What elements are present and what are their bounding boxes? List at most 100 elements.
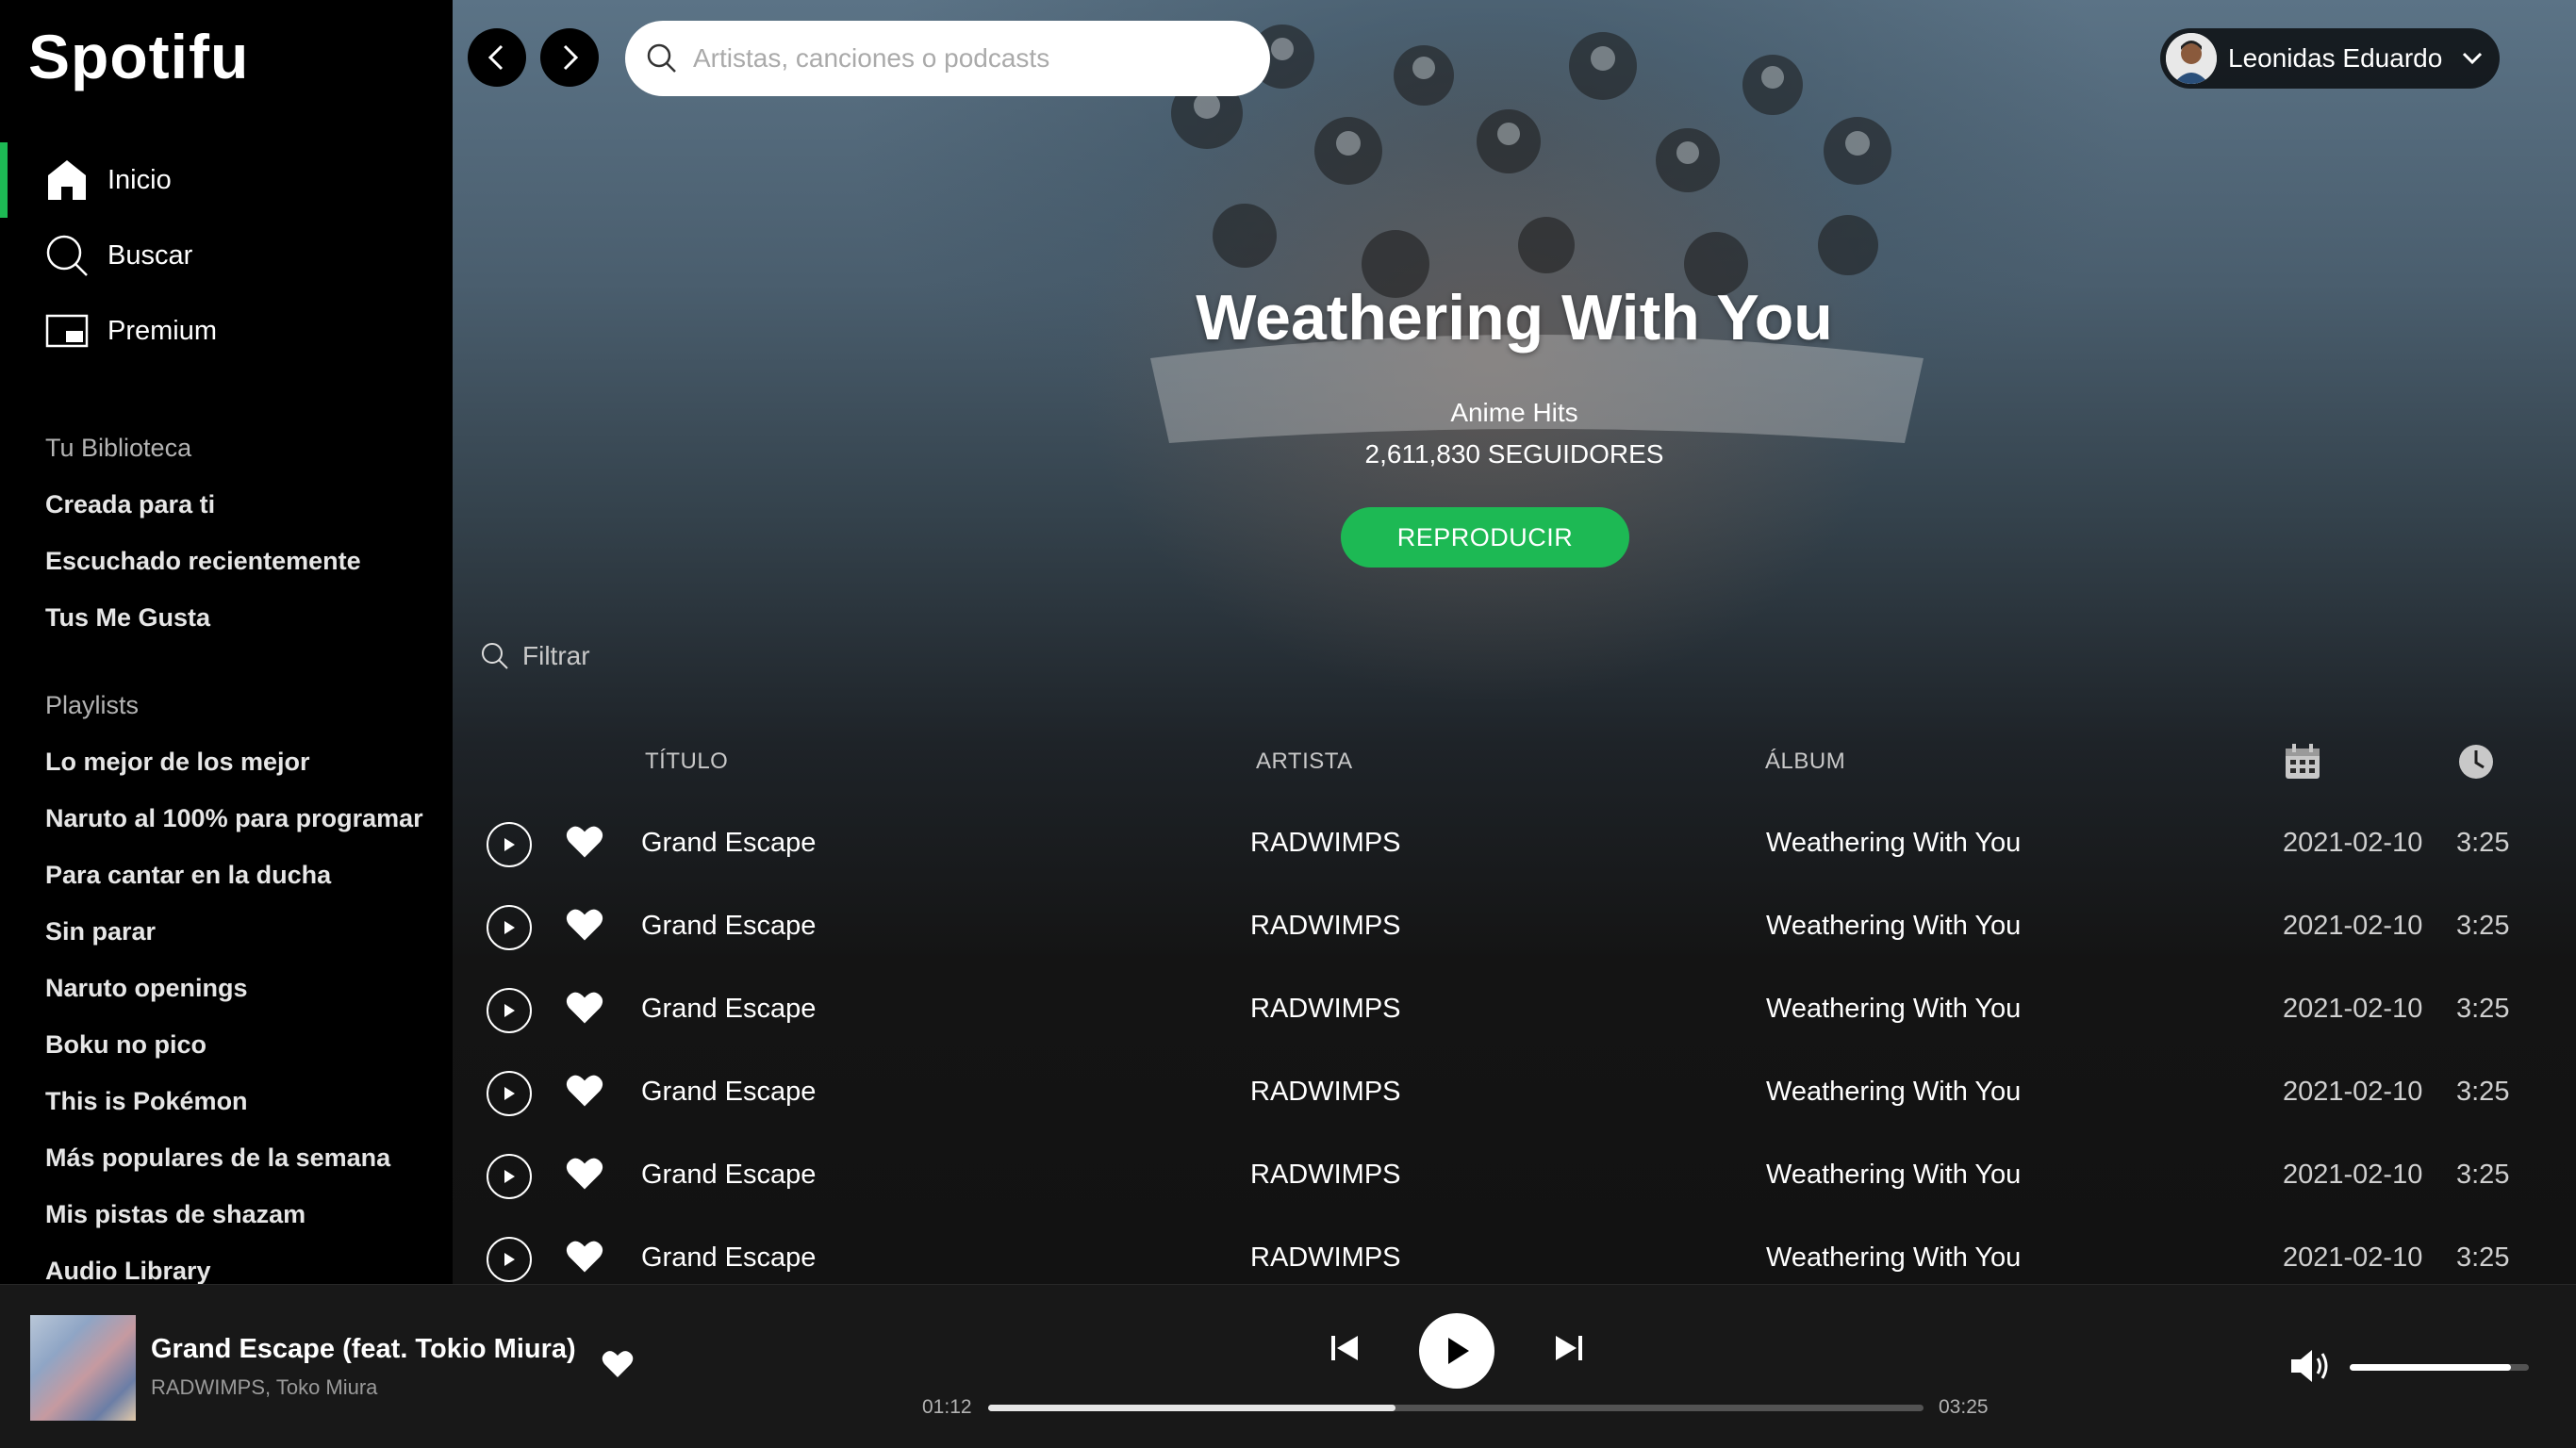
track-duration: 3:25 [2456,1242,2510,1273]
filter-field[interactable] [481,641,805,671]
heart-icon[interactable] [602,1349,634,1379]
play-icon [504,1087,515,1100]
volume-fill [2350,1364,2511,1371]
previous-track-button[interactable] [1329,1334,1360,1362]
user-name: Leonidas Eduardo [2228,43,2443,73]
premium-icon [45,309,89,353]
track-duration: 3:25 [2456,1160,2510,1190]
nav-item-buscar[interactable]: Buscar [0,218,453,293]
track-title[interactable]: Grand Escape [641,1160,816,1191]
table-row[interactable]: Grand Escape RADWIMPS Weathering With You 2… [453,1050,2576,1133]
heart-icon[interactable] [566,1239,603,1275]
track-date: 2021-02-10 [2283,1160,2423,1190]
playlist-item[interactable]: Para cantar en la ducha [45,861,441,890]
playlists-title: Playlists [45,691,140,719]
track-artist[interactable]: RADWIMPS [1250,911,1401,942]
heart-icon[interactable] [566,990,603,1026]
back-button[interactable] [468,28,526,87]
playlist-item[interactable]: Más populares de la semana [45,1144,441,1173]
search-icon [647,43,676,73]
table-row[interactable]: Grand Escape RADWIMPS Weathering With You 2… [453,1216,2576,1284]
playlist-item[interactable]: Naruto al 100% para programar [45,804,441,833]
track-artist[interactable]: RADWIMPS [1250,1160,1401,1191]
play-pause-button[interactable] [1419,1313,1494,1389]
nav-item-label: Premium [107,315,218,346]
home-icon [45,158,89,202]
progress-bar[interactable] [988,1405,1924,1411]
now-playing-cover[interactable] [30,1315,136,1421]
playlist-item[interactable]: Mis pistas de shazam [45,1200,441,1229]
track-date: 2021-02-10 [2283,1242,2423,1273]
chevron-left-icon [487,44,504,71]
volume-icon[interactable] [2289,1347,2333,1385]
track-album[interactable]: Weathering With You [1766,994,2021,1025]
next-track-button[interactable] [1554,1334,1584,1362]
calendar-icon[interactable] [2284,743,2321,781]
track-title[interactable]: Grand Escape [641,828,816,859]
playlist-item[interactable]: Sin parar [45,917,441,946]
column-header-title[interactable]: TÍTULO [645,749,728,775]
play-icon [504,1004,515,1017]
table-row[interactable]: Grand Escape RADWIMPS Weathering With You 2… [453,884,2576,967]
search-icon [482,643,508,669]
search-input[interactable] [693,43,1240,74]
heart-icon[interactable] [566,1073,603,1109]
followers-count: 2,611,830 SEGUIDORES [1364,439,1664,469]
table-row[interactable]: Grand Escape RADWIMPS Weathering With You 2… [453,801,2576,884]
nav-item-label: Inicio [107,164,172,195]
playlist-item[interactable]: This is Pokémon [45,1087,441,1116]
library-item-me-gusta[interactable]: Tus Me Gusta [45,603,441,633]
user-menu[interactable]: Leonidas Eduardo [2160,28,2500,89]
play-track-button[interactable] [487,988,532,1033]
avatar [2166,33,2217,84]
clock-icon[interactable] [2457,743,2495,781]
play-icon [1448,1338,1469,1364]
track-title[interactable]: Grand Escape [641,994,816,1025]
nav-item-premium[interactable]: Premium [0,293,453,369]
search-bar[interactable] [625,21,1270,96]
track-artist[interactable]: RADWIMPS [1250,828,1401,859]
column-header-artist[interactable]: ARTISTA [1256,749,1353,775]
cover-artwork [1150,25,1924,443]
track-duration: 3:25 [2456,828,2510,858]
volume-slider[interactable] [2350,1364,2529,1371]
playlist-item[interactable]: Boku no pico [45,1030,441,1060]
track-album[interactable]: Weathering With You [1766,1077,2021,1108]
heart-icon[interactable] [566,1156,603,1192]
play-track-button[interactable] [487,905,532,950]
forward-button[interactable] [540,28,599,87]
heart-icon[interactable] [566,907,603,943]
column-header-album[interactable]: ÁLBUM [1765,749,1845,775]
heart-icon[interactable] [566,824,603,860]
track-title[interactable]: Grand Escape [641,1242,816,1274]
library-item-creada[interactable]: Creada para ti [45,490,441,519]
play-playlist-button[interactable]: REPRODUCIR [1341,507,1629,568]
filter-input[interactable] [522,641,805,671]
play-track-button[interactable] [487,822,532,867]
track-artist[interactable]: RADWIMPS [1250,1242,1401,1274]
playlist-item[interactable]: Lo mejor de los mejor [45,748,441,777]
now-playing-artist[interactable]: RADWIMPS, Toko Miura [151,1375,377,1400]
nav-item-inicio[interactable]: Inicio [0,142,453,218]
playlist-item[interactable]: Audio Library [45,1257,441,1284]
table-row[interactable]: Grand Escape RADWIMPS Weathering With You 2… [453,1133,2576,1216]
library-item-recientes[interactable]: Escuchado recientemente [45,547,441,576]
sidebar: Spotifu Inicio Buscar Premium Tu Bibliot… [0,0,453,1284]
nav-item-label: Buscar [107,239,193,271]
track-album[interactable]: Weathering With You [1766,828,2021,859]
track-album[interactable]: Weathering With You [1766,1242,2021,1274]
play-track-button[interactable] [487,1154,532,1199]
track-artist[interactable]: RADWIMPS [1250,994,1401,1025]
play-track-button[interactable] [487,1071,532,1116]
track-artist[interactable]: RADWIMPS [1250,1077,1401,1108]
playlist-item[interactable]: Naruto openings [45,974,441,1003]
table-row[interactable]: Grand Escape RADWIMPS Weathering With You 2… [453,967,2576,1050]
app-logo[interactable]: Spotifu [28,21,249,92]
now-playing-title[interactable]: Grand Escape (feat. Tokio Miura) [151,1334,576,1365]
track-album[interactable]: Weathering With You [1766,911,2021,942]
track-album[interactable]: Weathering With You [1766,1160,2021,1191]
library-title: Tu Biblioteca [45,434,192,462]
track-title[interactable]: Grand Escape [641,911,816,942]
play-track-button[interactable] [487,1237,532,1282]
track-title[interactable]: Grand Escape [641,1077,816,1108]
